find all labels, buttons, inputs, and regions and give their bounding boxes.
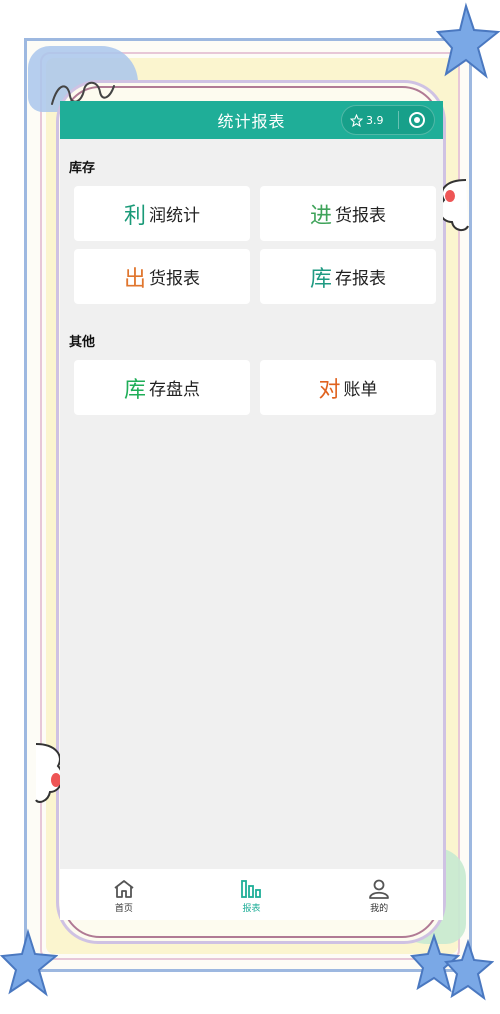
tab-bar: 首页 报表 我的 — [60, 869, 443, 920]
star-icon — [436, 2, 500, 79]
tab-home[interactable]: 首页 — [74, 869, 174, 914]
home-icon — [114, 880, 134, 898]
close-target-button[interactable] — [399, 111, 434, 129]
app-screen: 统计报表 3.9 库存 利 润统计 进 货报表 出 货报表 库 存报表 其他 库… — [60, 101, 443, 920]
section-inventory: 库存 利 润统计 进 货报表 出 货报表 库 存报表 — [60, 157, 443, 304]
card-big-char: 进 — [309, 202, 332, 228]
card-label: 存报表 — [335, 269, 386, 288]
card-label: 货报表 — [335, 206, 386, 225]
profit-stats-card[interactable]: 利 润统计 — [74, 186, 250, 241]
purchase-report-card[interactable]: 进 货报表 — [260, 186, 436, 241]
star-outline-icon — [350, 113, 363, 127]
star-icon — [0, 928, 58, 997]
rating-value: 3.9 — [366, 113, 384, 127]
tab-label: 首页 — [114, 903, 133, 913]
navigation-bar: 统计报表 3.9 — [60, 101, 443, 139]
card-label: 账单 — [343, 380, 378, 399]
tab-mine[interactable]: 我的 — [329, 869, 429, 914]
section-title: 其他 — [69, 334, 96, 349]
report-icon — [241, 880, 262, 898]
card-grid: 利 润统计 进 货报表 出 货报表 库 存报表 — [60, 186, 443, 304]
card-big-char: 利 — [123, 202, 146, 228]
statement-card[interactable]: 对 账单 — [260, 360, 436, 415]
section-other: 其他 库 存盘点 对 账单 — [60, 331, 443, 415]
page-title: 统计报表 — [217, 114, 286, 131]
card-big-char: 库 — [123, 376, 146, 402]
target-icon — [408, 112, 425, 128]
card-label: 润统计 — [149, 206, 200, 225]
card-grid: 库 存盘点 对 账单 — [60, 360, 443, 415]
stock-take-card[interactable]: 库 存盘点 — [74, 360, 250, 415]
card-big-char: 库 — [309, 265, 332, 291]
card-label: 存盘点 — [149, 380, 200, 399]
stock-report-card[interactable]: 库 存报表 — [260, 249, 436, 304]
card-big-char: 对 — [318, 376, 341, 402]
user-icon — [369, 879, 390, 899]
mini-program-capsule[interactable]: 3.9 — [341, 105, 435, 135]
tab-report[interactable]: 报表 — [201, 869, 301, 914]
section-title: 库存 — [69, 160, 96, 175]
card-big-char: 出 — [123, 265, 146, 291]
shipment-report-card[interactable]: 出 货报表 — [74, 249, 250, 304]
tab-label: 报表 — [242, 903, 261, 913]
tab-label: 我的 — [370, 903, 389, 913]
rating-button[interactable]: 3.9 — [342, 113, 394, 127]
star-icon — [444, 938, 494, 1001]
card-label: 货报表 — [149, 269, 200, 288]
